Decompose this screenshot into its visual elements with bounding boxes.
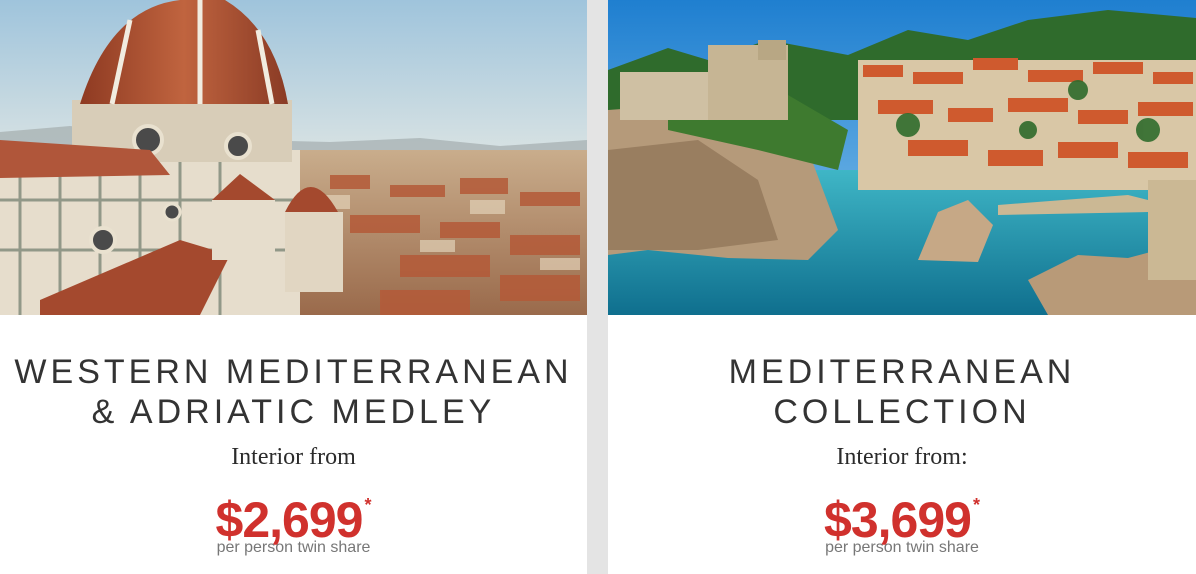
price-asterisk: * xyxy=(364,495,372,515)
price-asterisk: * xyxy=(972,495,980,515)
florence-cathedral-photo[interactable] xyxy=(0,0,587,315)
cruise-title-line-1: MEDITERRANEAN xyxy=(728,353,1076,391)
cruise-title-line-2: COLLECTION xyxy=(773,393,1031,431)
dubrovnik-coast-photo[interactable] xyxy=(608,0,1196,315)
interior-from-label: Interior from: xyxy=(836,444,968,470)
price-note: per person twin share xyxy=(825,539,979,556)
cruise-title-line-2: & ADRIATIC MEDLEY xyxy=(91,393,496,431)
cruise-card-western-mediterranean[interactable]: WESTERN MEDITERRANEAN & ADRIATIC MEDLEY … xyxy=(0,0,587,574)
cruise-title: MEDITERRANEAN COLLECTION xyxy=(608,352,1196,432)
cruise-title: WESTERN MEDITERRANEAN & ADRIATIC MEDLEY xyxy=(0,352,587,432)
cruise-title-line-1: WESTERN MEDITERRANEAN xyxy=(14,353,573,391)
price-note: per person twin share xyxy=(216,539,371,556)
interior-from-label: Interior from xyxy=(231,444,356,470)
cruise-card-mediterranean-collection[interactable]: MEDITERRANEAN COLLECTION Interior from: … xyxy=(608,0,1196,574)
